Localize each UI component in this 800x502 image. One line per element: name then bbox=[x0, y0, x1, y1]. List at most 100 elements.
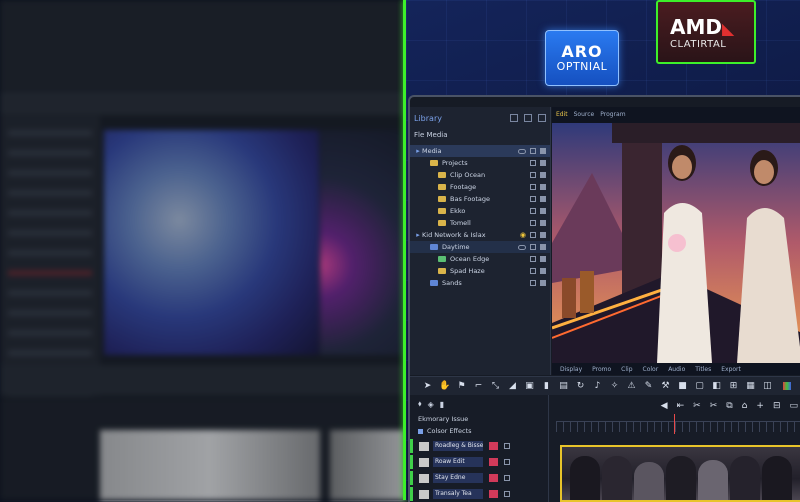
track-row[interactable]: Stay Edne bbox=[410, 471, 548, 485]
record-icon[interactable] bbox=[489, 458, 498, 466]
checkbox-icon[interactable] bbox=[530, 184, 536, 190]
compare-icon[interactable]: ◧ bbox=[711, 381, 722, 392]
fit-icon[interactable]: ◫ bbox=[762, 381, 773, 392]
tool-icon[interactable]: ⚒ bbox=[660, 381, 671, 392]
track-add-icon[interactable]: ⬧ bbox=[418, 399, 422, 409]
tree-item[interactable]: Ekko bbox=[410, 205, 550, 217]
effects-icon[interactable]: ✧ bbox=[609, 381, 620, 392]
grid-view-icon[interactable] bbox=[510, 114, 518, 122]
razor-icon[interactable]: ✂ bbox=[693, 401, 701, 411]
tree-item[interactable]: Bas Footage bbox=[410, 193, 550, 205]
checkbox-icon[interactable] bbox=[530, 232, 536, 238]
zoom-out-icon[interactable]: ⊟ bbox=[773, 401, 781, 411]
mute-icon[interactable] bbox=[504, 459, 510, 465]
grid-icon[interactable]: ⊞ bbox=[728, 381, 739, 392]
tree-item[interactable]: Ocean Edge bbox=[410, 253, 550, 265]
viewer-caption-item[interactable]: Clip bbox=[621, 366, 632, 373]
tree-item[interactable]: Spad Haze bbox=[410, 265, 550, 277]
warning-icon[interactable]: ⚠ bbox=[626, 381, 637, 392]
select-tool-icon[interactable]: ➤ bbox=[422, 381, 433, 392]
track-move-icon[interactable]: ◈ bbox=[428, 400, 434, 409]
lock-icon[interactable] bbox=[540, 268, 546, 274]
color-icon[interactable] bbox=[783, 382, 791, 390]
marker-add-icon[interactable]: ▭ bbox=[789, 401, 798, 411]
viewer-caption-item[interactable]: Display bbox=[560, 366, 582, 373]
checkbox-icon[interactable] bbox=[530, 244, 536, 250]
viewer-tab[interactable]: Program bbox=[600, 111, 625, 118]
slip-icon[interactable]: ✂ bbox=[710, 401, 718, 411]
tree-item[interactable]: Tomell bbox=[410, 217, 550, 229]
checkbox-icon[interactable] bbox=[530, 280, 536, 286]
track-lock-icon[interactable]: ▮ bbox=[440, 400, 444, 409]
track-row[interactable]: Roadleg & Bisse bbox=[410, 439, 548, 453]
tree-item[interactable]: ▸ Media bbox=[410, 145, 550, 157]
timeline-ruler[interactable] bbox=[556, 414, 800, 434]
clip-icon[interactable]: ▣ bbox=[524, 381, 535, 392]
tree-item[interactable]: Sands bbox=[410, 277, 550, 289]
checkbox-icon[interactable] bbox=[530, 160, 536, 166]
chevron-right-icon[interactable]: ▸ bbox=[414, 147, 422, 155]
visibility-icon[interactable]: ◉ bbox=[520, 231, 526, 239]
lock-icon[interactable] bbox=[540, 172, 546, 178]
stop-icon[interactable]: ■ bbox=[677, 381, 688, 392]
link-icon[interactable] bbox=[518, 148, 526, 154]
lock-icon[interactable] bbox=[540, 160, 546, 166]
marker-icon[interactable]: ⚑ bbox=[456, 381, 467, 392]
tree-item[interactable]: Footage bbox=[410, 181, 550, 193]
playhead[interactable] bbox=[674, 414, 675, 434]
split-icon[interactable]: ▮ bbox=[541, 381, 552, 392]
viewer-caption-item[interactable]: Color bbox=[643, 366, 659, 373]
audio-icon[interactable]: ♪ bbox=[592, 381, 603, 392]
settings-icon[interactable] bbox=[538, 114, 546, 122]
rotate-icon[interactable]: ↻ bbox=[575, 381, 586, 392]
checkbox-icon[interactable] bbox=[530, 196, 536, 202]
timeline-group[interactable]: Colsor Effects bbox=[410, 425, 548, 437]
frame-icon[interactable]: ▢ bbox=[694, 381, 705, 392]
mute-icon[interactable] bbox=[504, 443, 510, 449]
checkbox-icon[interactable] bbox=[530, 220, 536, 226]
tree-item[interactable]: Clip Ocean bbox=[410, 169, 550, 181]
transform-icon[interactable]: ⤡ bbox=[490, 381, 501, 392]
lock-icon[interactable] bbox=[540, 184, 546, 190]
layers-icon[interactable]: ▦ bbox=[745, 381, 756, 392]
checkbox-icon[interactable] bbox=[530, 148, 536, 154]
viewer-caption-item[interactable]: Audio bbox=[668, 366, 685, 373]
film-icon[interactable]: ▤ bbox=[558, 381, 569, 392]
checkbox-icon[interactable] bbox=[530, 172, 536, 178]
lock-icon[interactable] bbox=[540, 244, 546, 250]
track-row[interactable]: Roaw Edit bbox=[410, 455, 548, 469]
crop-icon[interactable]: ⌐ bbox=[473, 381, 484, 392]
lock-icon[interactable] bbox=[540, 232, 546, 238]
checkbox-icon[interactable] bbox=[530, 268, 536, 274]
tree-item[interactable]: ▸ Kid Network & Islax ◉ bbox=[410, 229, 550, 241]
mute-icon[interactable] bbox=[504, 491, 510, 497]
record-icon[interactable] bbox=[489, 490, 498, 498]
hand-tool-icon[interactable]: ✋ bbox=[439, 381, 450, 392]
lock-icon[interactable] bbox=[540, 208, 546, 214]
track-row[interactable]: Transaly Tea bbox=[410, 487, 548, 501]
checkbox-icon[interactable] bbox=[530, 208, 536, 214]
lock-icon[interactable] bbox=[540, 280, 546, 286]
zoom-in-icon[interactable]: + bbox=[756, 401, 764, 411]
tree-item[interactable]: Daytime bbox=[410, 241, 550, 253]
lock-icon[interactable] bbox=[540, 148, 546, 154]
tree-item[interactable]: Projects bbox=[410, 157, 550, 169]
viewer-tab[interactable]: Source bbox=[574, 111, 595, 118]
record-icon[interactable] bbox=[489, 442, 498, 450]
trim-icon[interactable]: ⇤ bbox=[677, 401, 685, 411]
viewer-tab[interactable]: Edit bbox=[556, 111, 568, 118]
viewer-caption-item[interactable]: Promo bbox=[592, 366, 611, 373]
timeline-clip[interactable] bbox=[560, 445, 800, 502]
mute-icon[interactable] bbox=[504, 475, 510, 481]
ripple-icon[interactable]: ◀ bbox=[661, 401, 668, 411]
viewer-caption-item[interactable]: Export bbox=[721, 366, 741, 373]
checkbox-icon[interactable] bbox=[530, 256, 536, 262]
lock-icon[interactable] bbox=[540, 220, 546, 226]
link-icon[interactable]: ⧉ bbox=[726, 401, 732, 411]
list-view-icon[interactable] bbox=[524, 114, 532, 122]
viewer-caption-item[interactable]: Titles bbox=[695, 366, 711, 373]
mask-icon[interactable]: ◢ bbox=[507, 381, 518, 392]
link-icon[interactable] bbox=[518, 244, 526, 250]
lock-icon[interactable] bbox=[540, 196, 546, 202]
snap-icon[interactable]: ⌂ bbox=[742, 401, 748, 411]
